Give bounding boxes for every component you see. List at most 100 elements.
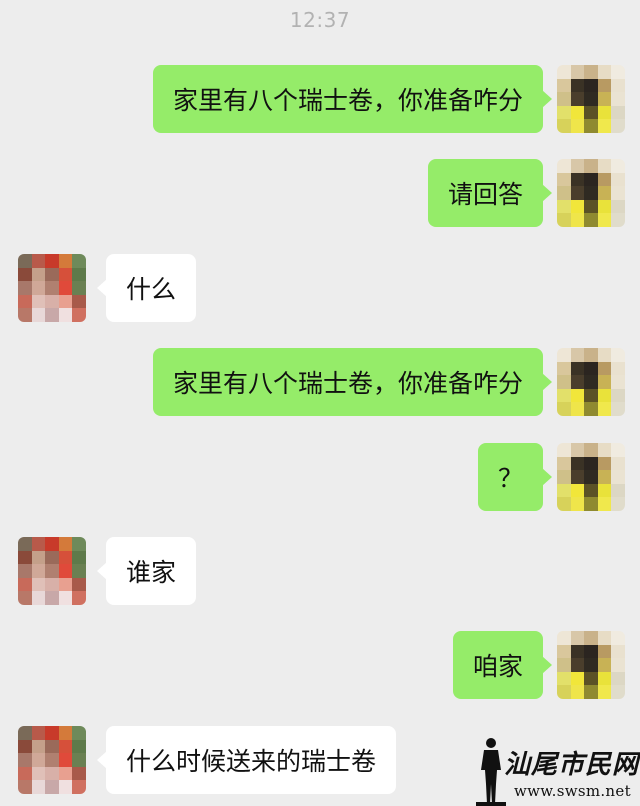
avatar-mosaic-tile — [31, 564, 46, 578]
avatar-mosaic-tile — [31, 739, 46, 754]
avatar-mosaic-tile — [45, 564, 59, 578]
contact-avatar[interactable] — [18, 254, 86, 322]
avatar-mosaic-tile — [597, 78, 612, 93]
avatar-mosaic-tile — [611, 348, 625, 362]
person-silhouette-icon — [476, 738, 506, 806]
avatar-mosaic-tile — [597, 361, 612, 376]
avatar-mosaic-tile — [557, 497, 571, 511]
self-avatar[interactable] — [557, 348, 625, 416]
avatar-mosaic-tile — [584, 348, 598, 362]
avatar-mosaic-tile — [611, 388, 625, 403]
avatar-mosaic-tile — [31, 726, 46, 740]
avatar-mosaic-tile — [611, 105, 625, 120]
avatar-mosaic-tile — [58, 591, 73, 605]
avatar-mosaic-tile — [611, 213, 625, 227]
avatar-mosaic-tile — [584, 78, 598, 93]
avatar-mosaic-tile — [611, 456, 625, 471]
outgoing-message-bubble[interactable]: 家里有八个瑞士卷，你准备咋分 — [152, 65, 553, 133]
avatar-mosaic-tile — [611, 685, 625, 699]
avatar-mosaic-tile — [557, 186, 571, 200]
avatar-mosaic-tile — [45, 739, 59, 754]
avatar-mosaic-tile — [557, 644, 571, 659]
avatar-mosaic-tile — [31, 537, 46, 551]
avatar-mosaic-tile — [58, 294, 73, 309]
avatar-mosaic-tile — [584, 65, 598, 79]
avatar-mosaic-tile — [45, 726, 59, 740]
incoming-message-bubble[interactable]: 什么 — [96, 254, 197, 322]
avatar-mosaic-tile — [570, 685, 585, 699]
avatar-mosaic-tile — [58, 254, 73, 268]
avatar-mosaic-tile — [597, 483, 612, 498]
avatar-mosaic-tile — [58, 780, 73, 794]
avatar-mosaic-tile — [18, 564, 32, 578]
avatar-mosaic-tile — [584, 497, 598, 511]
outgoing-message-bubble[interactable]: 咱家 — [452, 631, 553, 699]
avatar-mosaic-tile — [557, 456, 571, 471]
avatar-mosaic-tile — [31, 267, 46, 282]
avatar-mosaic-tile — [557, 119, 571, 133]
contact-avatar[interactable] — [18, 726, 86, 794]
incoming-message-bubble[interactable]: 谁家 — [96, 537, 197, 605]
avatar-mosaic-tile — [611, 402, 625, 416]
avatar-mosaic-tile — [31, 308, 46, 322]
avatar-mosaic-tile — [72, 254, 86, 268]
avatar-mosaic-tile — [570, 78, 585, 93]
avatar-mosaic-tile — [58, 766, 73, 781]
avatar-mosaic-tile — [557, 78, 571, 93]
avatar-mosaic-tile — [557, 213, 571, 227]
avatar-mosaic-tile — [584, 685, 598, 699]
self-avatar[interactable] — [557, 65, 625, 133]
avatar-mosaic-tile — [557, 105, 571, 120]
avatar-mosaic-tile — [611, 443, 625, 457]
avatar-mosaic-tile — [611, 172, 625, 187]
avatar-mosaic-tile — [570, 658, 585, 672]
avatar-mosaic-tile — [597, 644, 612, 659]
avatar-mosaic-tile — [72, 577, 86, 592]
avatar-mosaic-tile — [557, 483, 571, 498]
contact-avatar[interactable] — [18, 537, 86, 605]
avatar-mosaic-tile — [45, 550, 59, 565]
avatar-mosaic-tile — [611, 186, 625, 200]
avatar-mosaic-tile — [570, 375, 585, 389]
avatar-mosaic-tile — [557, 375, 571, 389]
avatar-mosaic-tile — [570, 456, 585, 471]
avatar-mosaic-tile — [611, 644, 625, 659]
avatar-mosaic-tile — [72, 267, 86, 282]
incoming-message-bubble[interactable]: 什么时候送来的瑞士卷 — [96, 726, 397, 794]
avatar-mosaic-tile — [45, 591, 59, 605]
avatar-mosaic-tile — [18, 267, 32, 282]
avatar-mosaic-tile — [18, 308, 32, 322]
avatar-mosaic-tile — [611, 92, 625, 106]
avatar-mosaic-tile — [31, 550, 46, 565]
self-avatar[interactable] — [557, 631, 625, 699]
avatar-mosaic-tile — [18, 537, 32, 551]
avatar-mosaic-tile — [18, 254, 32, 268]
avatar-mosaic-tile — [611, 483, 625, 498]
self-avatar[interactable] — [557, 443, 625, 511]
avatar-mosaic-tile — [597, 159, 612, 173]
avatar-mosaic-tile — [45, 254, 59, 268]
self-avatar[interactable] — [557, 159, 625, 227]
outgoing-message-bubble[interactable]: 请回答 — [427, 159, 553, 227]
chat-timestamp: 12:37 — [289, 8, 351, 32]
avatar-mosaic-tile — [31, 591, 46, 605]
avatar-mosaic-tile — [584, 159, 598, 173]
avatar-mosaic-tile — [72, 550, 86, 565]
avatar-mosaic-tile — [584, 388, 598, 403]
avatar-mosaic-tile — [584, 199, 598, 214]
avatar-mosaic-tile — [611, 631, 625, 645]
avatar-mosaic-tile — [18, 591, 32, 605]
avatar-mosaic-tile — [584, 644, 598, 659]
avatar-mosaic-tile — [584, 470, 598, 484]
avatar-mosaic-tile — [611, 361, 625, 376]
avatar-mosaic-tile — [72, 564, 86, 578]
avatar-mosaic-tile — [584, 105, 598, 120]
outgoing-message-bubble[interactable]: ？ — [477, 443, 553, 511]
avatar-mosaic-tile — [611, 78, 625, 93]
avatar-mosaic-tile — [58, 753, 73, 767]
avatar-mosaic-tile — [72, 739, 86, 754]
avatar-mosaic-tile — [570, 644, 585, 659]
avatar-mosaic-tile — [584, 456, 598, 471]
outgoing-message-bubble[interactable]: 家里有八个瑞士卷，你准备咋分 — [152, 348, 553, 416]
avatar-mosaic-tile — [58, 739, 73, 754]
